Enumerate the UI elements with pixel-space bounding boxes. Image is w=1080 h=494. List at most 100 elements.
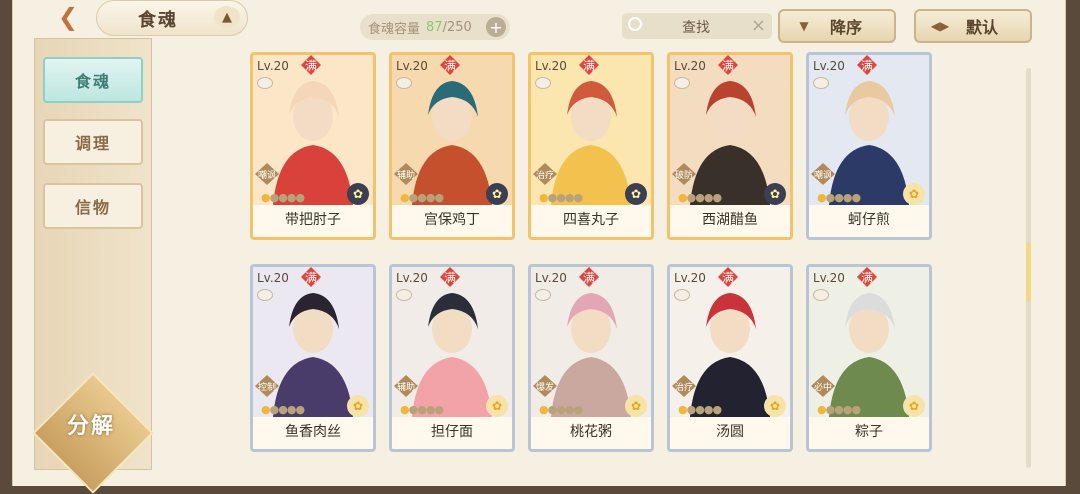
- search-input[interactable]: 查找 ×: [622, 13, 772, 39]
- card-name: 鱼香肉丝: [285, 424, 341, 440]
- flower-icon: ✿: [903, 395, 925, 417]
- food-soul-card[interactable]: Lv.20 满治疗 ●●●●● ✿ 汤圆: [667, 264, 793, 452]
- flower-icon: ✿: [625, 395, 647, 417]
- chat-bubble-icon: [813, 77, 829, 89]
- add-capacity-button[interactable]: +: [486, 17, 506, 37]
- level-label: Lv.20: [257, 271, 289, 285]
- card-name: 汤圆: [716, 424, 744, 440]
- chat-bubble-icon: [813, 289, 829, 301]
- star-rating: ●●●●●: [539, 403, 583, 416]
- back-button[interactable]: ❮: [48, 2, 88, 32]
- food-soul-card[interactable]: Lv.20 满必中 ●●●●● ✿ 粽子: [806, 264, 932, 452]
- star-icon: ●: [686, 403, 697, 416]
- star-icon: ●: [417, 403, 427, 416]
- star-icon: ●: [547, 191, 558, 204]
- star-rating: ●●●●●: [261, 403, 305, 416]
- scrollbar-thumb[interactable]: [1026, 242, 1031, 302]
- star-icon: ●: [573, 191, 583, 204]
- star-icon: ●: [278, 191, 288, 204]
- flower-icon: ✿: [625, 183, 647, 205]
- chat-bubble-icon: [535, 77, 551, 89]
- star-icon: ●: [556, 191, 566, 204]
- food-soul-card[interactable]: Lv.20 满辅助 ●●●●● ✿ 担仔面: [389, 264, 515, 452]
- star-icon: ●: [539, 403, 549, 416]
- capacity-label: 食魂容量: [368, 21, 421, 37]
- tab-tokens[interactable]: 信物: [43, 183, 143, 229]
- star-icon: ●: [834, 403, 844, 416]
- level-label: Lv.20: [535, 59, 567, 73]
- capacity-current: 87: [426, 19, 443, 35]
- star-icon: ●: [295, 403, 305, 416]
- star-icon: ●: [417, 191, 427, 204]
- star-icon: ●: [539, 191, 549, 204]
- clear-search-icon[interactable]: ×: [751, 15, 766, 36]
- food-soul-card[interactable]: Lv.20 满控制 ●●●●● ✿ 鱼香肉丝: [250, 264, 376, 452]
- sort-label: 降序: [830, 18, 863, 37]
- star-icon: ●: [434, 191, 444, 204]
- star-icon: ●: [400, 403, 410, 416]
- tab-food-soul[interactable]: 食魂: [43, 57, 143, 103]
- default-label: 默认: [966, 18, 999, 37]
- food-soul-grid: Lv.20 满嘲讽 ●●●●● ✿ 带把肘子 Lv.20 满辅助 ●●●●● ✿ 宫保鸡丁 Lv.2…: [250, 52, 940, 452]
- star-icon: ●: [851, 403, 861, 416]
- food-soul-card[interactable]: Lv.20 满辅助 ●●●●● ✿ 宫保鸡丁: [389, 52, 515, 240]
- food-soul-card[interactable]: Lv.20 满嘲讽 ●●●●● ✿ 蚵仔煎: [806, 52, 932, 240]
- star-icon: ●: [278, 403, 288, 416]
- star-icon: ●: [686, 191, 697, 204]
- chat-bubble-icon: [674, 289, 690, 301]
- chat-bubble-icon: [396, 77, 412, 89]
- flower-icon: ✿: [764, 395, 786, 417]
- star-rating: ●●●●●: [400, 191, 444, 204]
- star-icon: ●: [269, 403, 280, 416]
- star-icon: ●: [695, 191, 705, 204]
- star-rating: ●●●●●: [817, 403, 861, 416]
- star-icon: ●: [712, 191, 722, 204]
- level-label: Lv.20: [674, 271, 706, 285]
- flower-icon: ✿: [347, 395, 369, 417]
- star-icon: ●: [678, 191, 688, 204]
- card-name: 带把肘子: [285, 212, 341, 228]
- star-icon: ●: [817, 191, 827, 204]
- food-soul-card[interactable]: Lv.20 满治疗 ●●●●● ✿ 四喜丸子: [528, 52, 654, 240]
- food-soul-card[interactable]: Lv.20 满嘲讽 ●●●●● ✿ 带把肘子: [250, 52, 376, 240]
- star-icon: ●: [851, 191, 861, 204]
- page-title: 食魂: [138, 10, 178, 31]
- star-icon: ●: [834, 191, 844, 204]
- crown-icon[interactable]: ▲: [214, 6, 240, 28]
- star-icon: ●: [269, 191, 280, 204]
- level-label: Lv.20: [813, 271, 845, 285]
- chat-bubble-icon: [674, 77, 690, 89]
- flower-icon: ✿: [486, 183, 508, 205]
- sort-descending-button[interactable]: ▼ 降序: [778, 9, 896, 43]
- star-icon: ●: [695, 403, 705, 416]
- food-soul-card[interactable]: Lv.20 满爆发 ●●●●● ✿ 桃花粥: [528, 264, 654, 452]
- back-arrow-icon: ❮: [57, 3, 79, 31]
- flower-icon: ✿: [347, 183, 369, 205]
- tab-cooking[interactable]: 调理: [43, 119, 143, 165]
- capacity-indicator: 食魂容量 87 /250 +: [360, 14, 510, 40]
- star-rating: ●●●●●: [678, 403, 722, 416]
- capacity-total: /250: [442, 19, 472, 35]
- chat-bubble-icon: [257, 77, 273, 89]
- food-soul-card[interactable]: Lv.20 满破防 ●●●●● ✿ 西湖醋鱼: [667, 52, 793, 240]
- star-icon: ●: [261, 191, 271, 204]
- default-filter-button[interactable]: ◀▶ 默认: [914, 9, 1032, 43]
- star-icon: ●: [408, 403, 419, 416]
- card-name: 宫保鸡丁: [424, 212, 480, 228]
- level-label: Lv.20: [674, 59, 706, 73]
- card-name: 桃花粥: [570, 424, 612, 440]
- card-name: 四喜丸子: [563, 212, 619, 228]
- star-icon: ●: [408, 191, 419, 204]
- decompose-label: 分解: [66, 414, 115, 439]
- filter-icon: ◀▶: [930, 19, 950, 33]
- search-icon: [628, 17, 642, 31]
- star-icon: ●: [573, 403, 583, 416]
- star-icon: ●: [400, 191, 410, 204]
- star-icon: ●: [261, 403, 271, 416]
- star-rating: ●●●●●: [400, 403, 444, 416]
- level-label: Lv.20: [396, 59, 428, 73]
- chat-bubble-icon: [257, 289, 273, 301]
- star-icon: ●: [825, 191, 836, 204]
- sort-triangle-icon: ▼: [799, 19, 809, 33]
- chat-bubble-icon: [396, 289, 412, 301]
